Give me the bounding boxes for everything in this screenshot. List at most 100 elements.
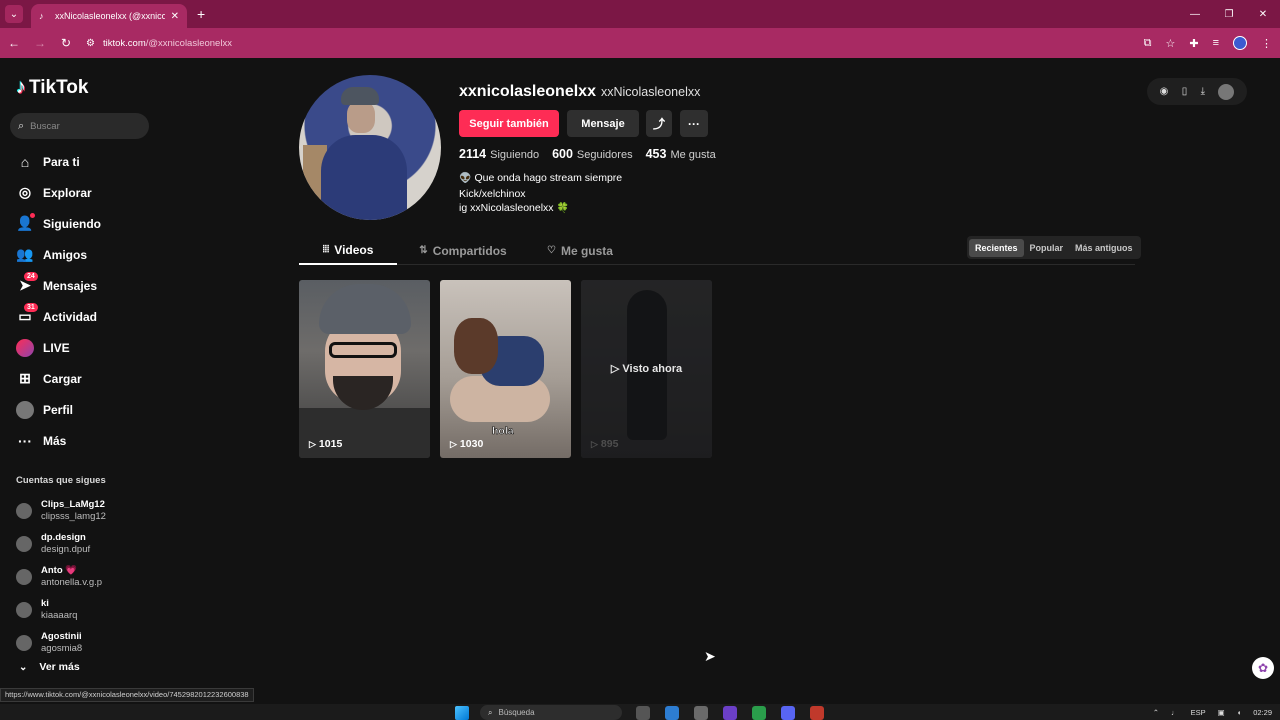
clock[interactable]: 02:29 [1253,708,1272,717]
follow-back-button[interactable]: Seguir también [459,110,559,137]
tab-search-button[interactable]: ⌄ [5,5,23,23]
logo-text: TikTok [29,76,89,98]
following-account[interactable]: Anto 💗 antonella.v.g.p [16,560,106,593]
reading-list-icon[interactable]: ≡ [1213,37,1219,49]
account-handle: clipsss_lamg12 [41,510,106,522]
video-card[interactable]: ▷ Visto ahora ▷ 895 [581,280,712,458]
avatar-face [347,101,375,133]
browser-menu-icon[interactable]: ⋮ [1261,37,1272,50]
sidebar-item-mas[interactable]: ··· Más [0,425,165,456]
profile-avatar[interactable] [299,75,441,220]
restore-button[interactable]: ❐ [1212,9,1246,20]
language-indicator[interactable]: ESP [1191,708,1206,717]
account-avatar [16,568,32,585]
sidebar-item-siguiendo[interactable]: 👤 Siguiendo [0,208,165,239]
see-more-button[interactable]: ⌄ Ver más [16,661,80,673]
sidebar-item-cargar[interactable]: ⊞ Cargar [0,363,165,394]
play-icon: ▷ [309,438,316,449]
more-options-icon[interactable]: ··· [680,110,708,137]
settings-icon[interactable] [694,706,708,720]
bookmark-star-icon[interactable]: ☆ [1165,37,1175,50]
following-list: Clips_LaMg12 clipsss_lamg12 dp.design desi… [16,494,106,659]
sidebar-item-live[interactable]: LIVE [0,332,165,363]
search-input[interactable]: ⌕ Buscar [10,113,149,139]
back-button[interactable]: ← [2,36,26,50]
tiktok-logo[interactable]: ♪ TikTok [16,76,88,99]
device-icon[interactable]: ▯ [1182,86,1188,97]
following-account[interactable]: Clips_LaMg12 clipsss_lamg12 [16,494,106,527]
coins-icon[interactable]: ◉ [1160,86,1169,97]
tab-videos[interactable]: ⦙⦙⦙ Videos [299,236,397,265]
task-view-icon[interactable] [636,706,650,720]
likes-label: Me gusta [670,149,716,161]
sidebar-item-amigos[interactable]: 👥 Amigos [0,239,165,270]
message-button[interactable]: Mensaje [567,110,639,137]
browser-tab[interactable]: ♪ xxNicolasleonelxx (@xxnicolasle ✕ [31,4,187,28]
tray-chevron-icon[interactable]: ⌃ [1153,708,1159,717]
followers-label[interactable]: Seguidores [577,149,633,161]
site-info-icon[interactable]: ⚙ [86,38,95,49]
tab-shared[interactable]: ⇅ Compartidos [411,236,515,265]
sort-oldest-button[interactable]: Más antiguos [1069,239,1139,257]
account-avatar [16,634,32,651]
close-window-button[interactable]: ✕ [1246,9,1280,20]
following-account[interactable]: ki kiaaaarq [16,593,106,626]
sort-popular-button[interactable]: Popular [1024,239,1070,257]
discord-icon[interactable] [781,706,795,720]
install-app-icon[interactable]: ⧉ [1144,37,1152,50]
video-card[interactable]: ▷ 1015 [299,280,430,458]
sidebar-item-explorar[interactable]: ◎ Explorar [0,177,165,208]
forward-button[interactable]: → [28,36,52,50]
assistant-icon[interactable]: ✿ [1252,657,1274,679]
thumb-shape [454,318,498,374]
alien-emoji: 👽 [459,173,472,184]
following-account[interactable]: dp.design design.dpuf [16,527,106,560]
following-count[interactable]: 2114 [459,147,486,161]
following-label[interactable]: Siguiendo [490,149,539,161]
sidebar-item-label: Amigos [43,247,88,262]
account-avatar [16,601,32,618]
play-icon: ▷ [450,438,457,449]
app-icon[interactable] [810,706,824,720]
thumb-shape [329,342,397,358]
volume-icon[interactable]: ◖ [1237,708,1242,717]
sort-recent-button[interactable]: Recientes [969,238,1024,257]
thumb-shape [333,376,393,410]
share-icon[interactable]: ⤴ [646,110,672,137]
followers-count[interactable]: 600 [552,147,573,161]
reload-button[interactable]: ↻ [54,36,78,50]
close-tab-icon[interactable]: ✕ [171,11,179,22]
tiktok-note-icon: ♪ [16,76,26,98]
tab-label: Compartidos [432,243,507,258]
header-actions: ◉ ▯ ⤓ [1147,78,1247,105]
following-account[interactable]: Agostinii agosmia8 [16,626,106,659]
avatar-body [321,135,407,220]
browser-profile-avatar[interactable] [1233,36,1247,50]
browser-toolbar: ← → ↻ ⚙ tiktok.com/@xxnicolasleonelxx ⧉ … [0,28,1280,58]
sidebar-item-para-ti[interactable]: ⌂ Para ti [0,146,165,177]
notification-dot [30,213,35,218]
account-name: Clips_LaMg12 [41,498,105,510]
download-icon[interactable]: ⤓ [1201,86,1205,97]
sidebar-item-label: Mensajes [43,278,98,293]
chrome-icon[interactable] [752,706,766,720]
activity-badge: 31 [24,303,38,312]
mic-icon[interactable]: ♩ [1171,708,1179,717]
minimize-button[interactable]: — [1178,9,1212,20]
copilot-icon[interactable] [665,706,679,720]
extensions-icon[interactable]: ✚ [1189,37,1198,50]
sidebar-item-actividad[interactable]: ▭ 31 Actividad [0,301,165,332]
taskbar-search[interactable]: ⌕ Búsqueda [480,705,622,720]
address-bar[interactable]: ⚙ tiktok.com/@xxnicolasleonelxx [86,38,232,49]
user-avatar[interactable] [1218,83,1235,100]
app-icon[interactable] [723,706,737,720]
tab-liked[interactable]: ♡ Me gusta [537,236,623,265]
network-icon[interactable]: ▣ [1218,708,1225,717]
new-tab-button[interactable]: + [197,6,205,22]
sidebar-item-perfil[interactable]: Perfil [0,394,165,425]
video-card[interactable]: hola ▷ 1030 [440,280,571,458]
repost-icon: ⇅ [419,245,428,256]
sidebar-item-mensajes[interactable]: ➤ 24 Mensajes [0,270,165,301]
windows-start-icon[interactable] [455,706,469,720]
account-name: dp.design [41,531,86,543]
